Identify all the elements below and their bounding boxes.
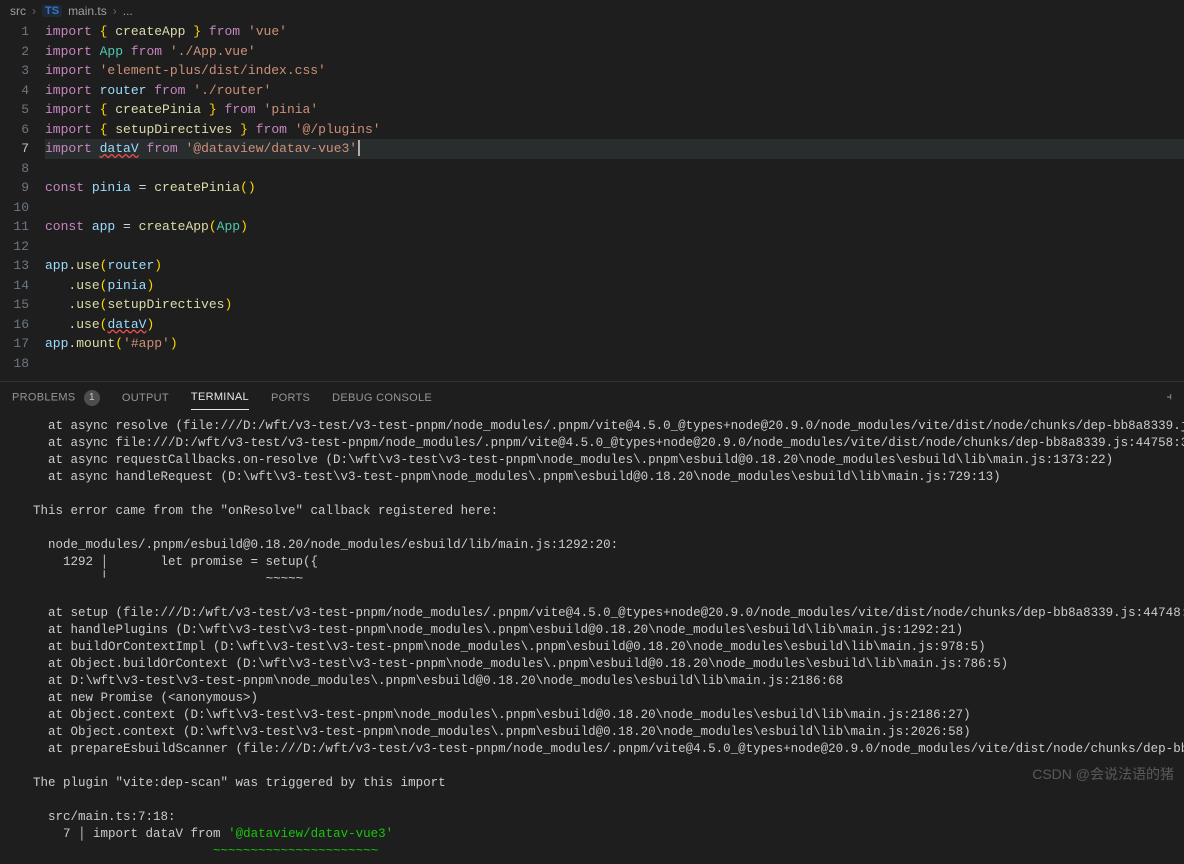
panel-actions: ⫞ — [1167, 391, 1173, 404]
chevron-right-icon: › — [32, 4, 36, 18]
typescript-file-icon: TS — [42, 5, 62, 17]
panel-tabs: PROBLEMS 1 OUTPUT TERMINAL PORTS DEBUG C… — [0, 382, 1184, 414]
line-gutter: 123456789101112131415161718 — [0, 22, 45, 373]
tab-problems[interactable]: PROBLEMS 1 — [12, 384, 100, 412]
code-area[interactable]: import { createApp } from 'vue'import Ap… — [45, 22, 1184, 373]
breadcrumb-folder[interactable]: src — [10, 4, 26, 18]
tab-terminal[interactable]: TERMINAL — [191, 385, 249, 410]
split-panel-icon[interactable]: ⫞ — [1167, 391, 1173, 404]
code-editor[interactable]: 123456789101112131415161718 import { cre… — [0, 22, 1184, 373]
breadcrumb-file[interactable]: main.ts — [68, 4, 107, 18]
breadcrumb: src › TS main.ts › ... — [0, 0, 1184, 22]
tab-ports[interactable]: PORTS — [271, 386, 310, 410]
tab-output[interactable]: OUTPUT — [122, 386, 169, 410]
breadcrumb-more[interactable]: ... — [123, 4, 133, 18]
tab-debug-console[interactable]: DEBUG CONSOLE — [332, 386, 432, 410]
chevron-right-icon: › — [113, 4, 117, 18]
problems-badge: 1 — [84, 390, 100, 406]
terminal-output[interactable]: at async resolve (file:///D:/wft/v3-test… — [0, 414, 1184, 864]
